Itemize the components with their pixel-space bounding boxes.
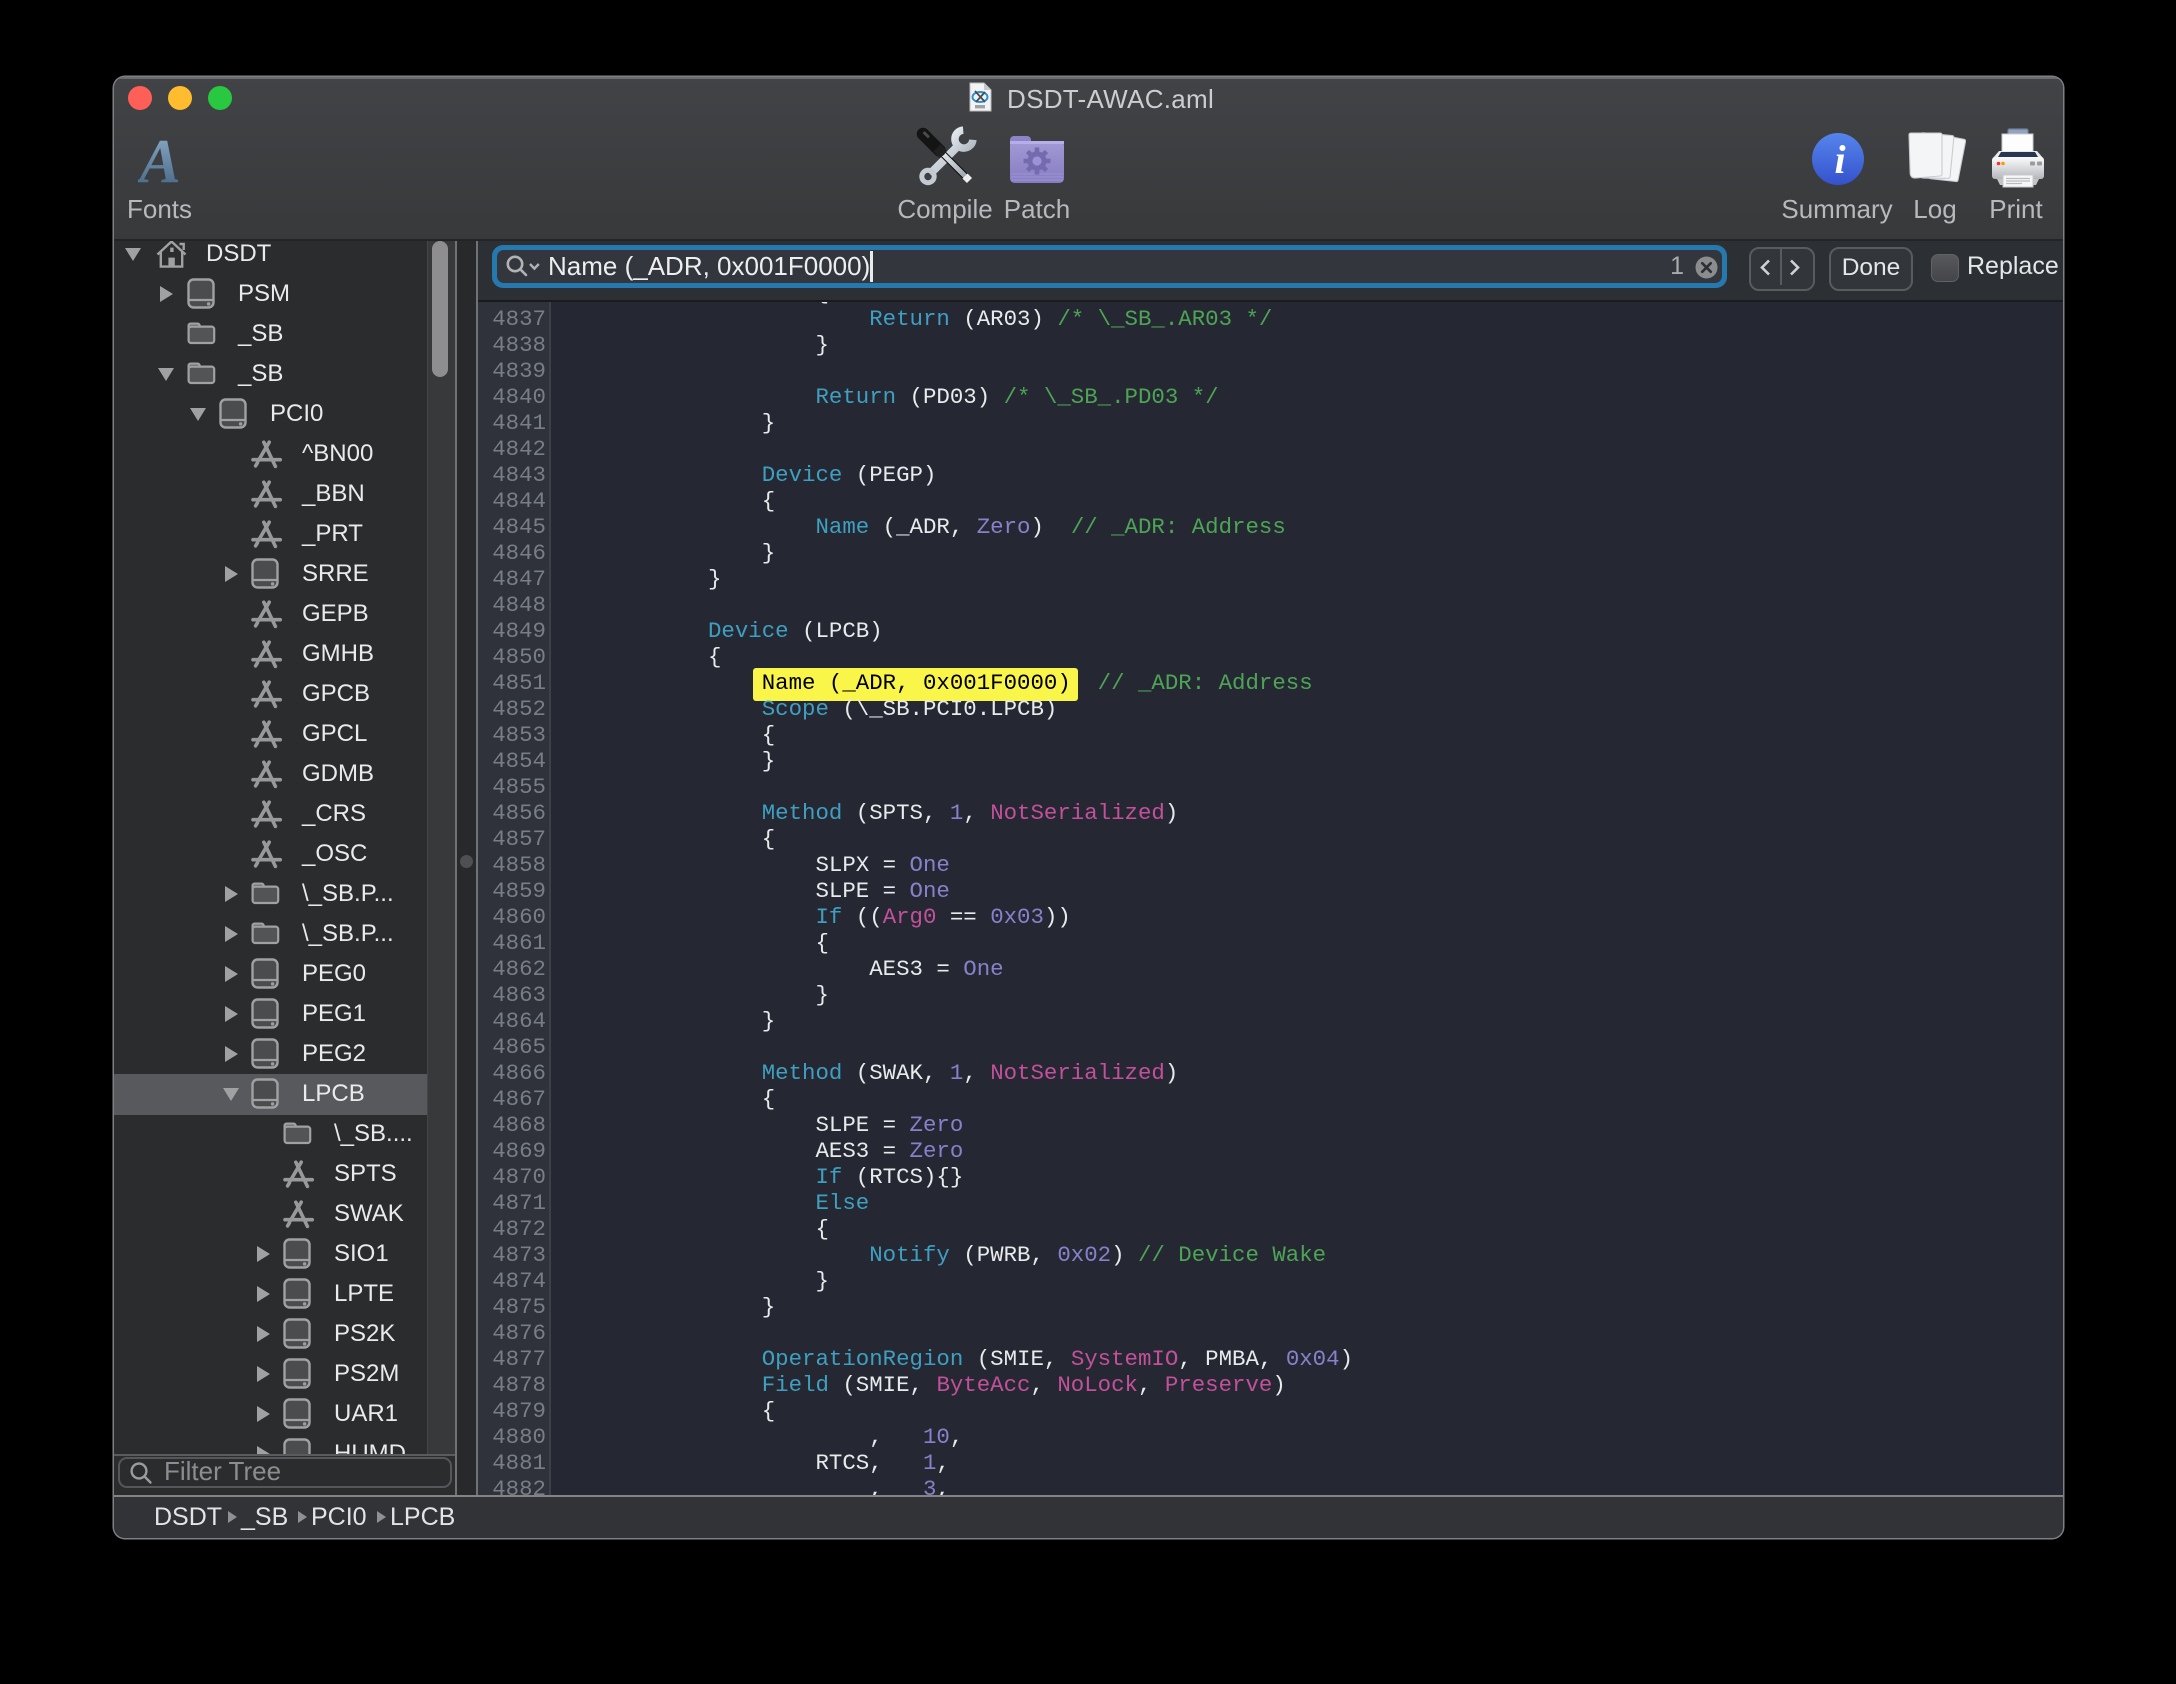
svg-text:i: i bbox=[1834, 137, 1845, 182]
svg-text:A: A bbox=[138, 132, 181, 194]
